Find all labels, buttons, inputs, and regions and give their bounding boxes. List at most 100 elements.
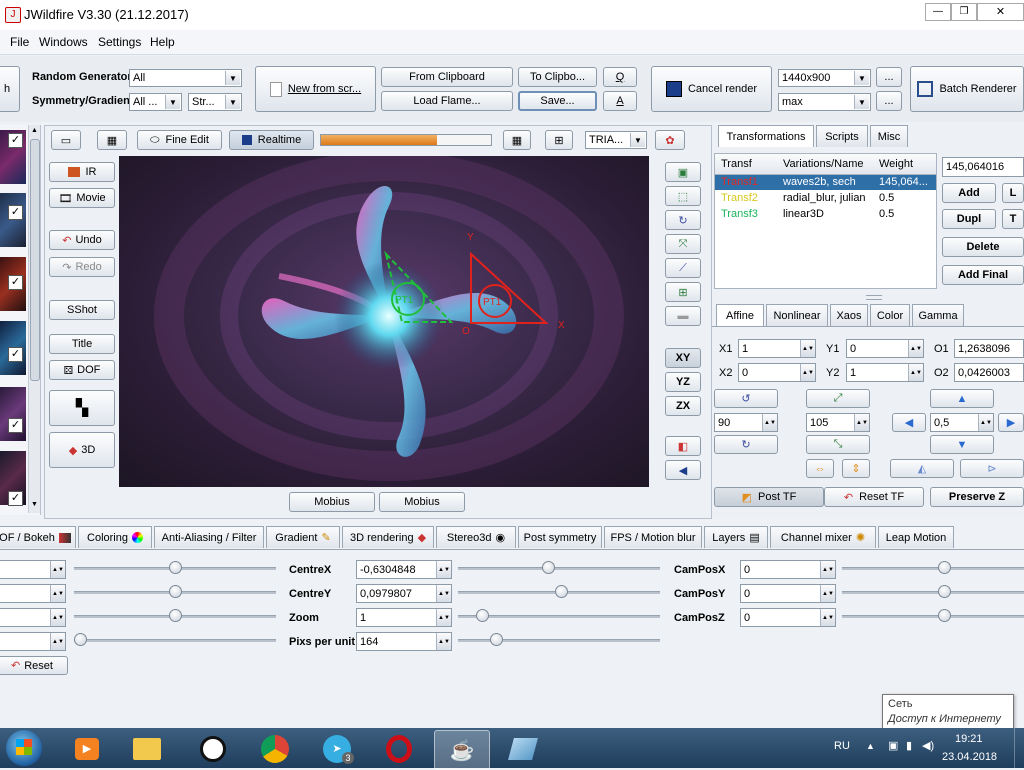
campos-z-field[interactable]: 0 ▲▼ — [740, 608, 836, 627]
move-up-button[interactable]: ▲ — [930, 389, 994, 408]
tab-scripts[interactable]: Scripts — [816, 125, 868, 147]
centre-x-field[interactable]: -0,6304848 ▲▼ — [356, 560, 452, 579]
quality-select[interactable]: max ▼ — [778, 93, 871, 111]
grid-snap-icon-button[interactable]: ⊞ — [665, 282, 701, 302]
tab-affine[interactable]: Affine — [716, 304, 764, 326]
symmetry-select[interactable]: All ... ▼ — [129, 93, 182, 111]
stepper-icon[interactable]: ▲▼ — [50, 633, 65, 650]
thumbnail-checkbox-2[interactable]: ✓ — [8, 205, 23, 220]
weight-field[interactable]: 145,064016 — [942, 157, 1024, 177]
stepper-icon[interactable]: ▲▼ — [800, 340, 815, 357]
centre-x-slider[interactable] — [542, 561, 555, 574]
scale-down-button[interactable]: ⤡ — [806, 435, 870, 454]
zx-button[interactable]: ZX — [665, 396, 701, 416]
render-preview-icon-button[interactable]: ◀ — [665, 460, 701, 480]
thumbnail-checkbox-5[interactable]: ✓ — [8, 418, 23, 433]
table-row[interactable]: Transf1 waves2b, sech 145,064... — [715, 175, 936, 190]
scale-icon-button[interactable]: ⤧ — [665, 234, 701, 254]
add-button[interactable]: Add — [942, 183, 996, 203]
stepper-icon[interactable]: ▲▼ — [854, 414, 869, 431]
tray-volume-icon[interactable]: ◀) — [922, 739, 934, 752]
angle-field[interactable]: 90 ▲▼ — [714, 413, 778, 432]
stepper-icon[interactable]: ▲▼ — [978, 414, 993, 431]
scale-field[interactable]: 105 ▲▼ — [806, 413, 870, 432]
stepper-icon[interactable]: ▲▼ — [908, 364, 923, 381]
scroll-up-icon[interactable]: ▲ — [29, 127, 40, 134]
tab-anti-aliasing[interactable]: Anti-Aliasing / Filter — [154, 526, 264, 548]
stepper-icon[interactable]: ▲▼ — [50, 561, 65, 578]
3d-button[interactable]: ◆ 3D — [49, 432, 115, 468]
left-slider-3[interactable] — [169, 609, 182, 622]
save-button[interactable]: Save... — [518, 91, 597, 111]
scroll-down-icon[interactable]: ▼ — [29, 501, 40, 508]
clock-time[interactable]: 19:21 — [955, 733, 983, 745]
stepper-icon[interactable]: ▲▼ — [762, 414, 777, 431]
close-button[interactable]: ✕ — [977, 3, 1024, 21]
rotate-icon-button[interactable]: ↻ — [665, 210, 701, 230]
x1-field[interactable]: 1 ▲▼ — [738, 339, 816, 358]
stepper-icon[interactable]: ▲▼ — [436, 585, 451, 602]
tab-post-symmetry[interactable]: Post symmetry — [518, 526, 602, 548]
thumbnail-checkbox-4[interactable]: ✓ — [8, 347, 23, 362]
cut-left-button[interactable]: h — [0, 66, 20, 112]
menu-windows[interactable]: Windows — [39, 35, 88, 49]
mirror-x-button[interactable]: ◭ — [890, 459, 954, 478]
tab-gamma[interactable]: Gamma — [912, 304, 964, 326]
zoom-field[interactable]: 1 ▲▼ — [356, 608, 452, 627]
grid-icon-button[interactable]: ▦ — [503, 130, 531, 150]
mobius-button-2[interactable]: Mobius — [379, 492, 465, 512]
zoom-slider[interactable] — [476, 609, 489, 622]
left-slider-2[interactable] — [169, 585, 182, 598]
dof-button[interactable]: ⚄ DOF — [49, 360, 115, 380]
taskbar-media-player[interactable]: ▶ — [60, 730, 114, 768]
taskbar-panda[interactable] — [186, 730, 240, 768]
tab-coloring[interactable]: Coloring — [78, 526, 152, 548]
resolution-more-button[interactable]: ... — [876, 67, 902, 87]
taskbar-notes[interactable] — [496, 730, 550, 768]
language-indicator[interactable]: RU — [834, 740, 850, 752]
pixs-per-unit-field[interactable]: 164 ▲▼ — [356, 632, 452, 651]
zoom-rect-icon-button[interactable]: ⬚ — [665, 186, 701, 206]
o2-field[interactable]: 0,0426003 — [954, 363, 1024, 382]
quality-more-button[interactable]: ... — [876, 91, 902, 111]
xy-button[interactable]: XY — [665, 348, 701, 368]
move-field[interactable]: 0,5 ▲▼ — [930, 413, 994, 432]
title-button[interactable]: Title — [49, 334, 115, 354]
menu-settings[interactable]: Settings — [98, 35, 141, 49]
frame-icon-button[interactable]: ▭ — [51, 130, 81, 150]
left-field-2[interactable]: ▲▼ — [0, 584, 66, 603]
thumbnail-checkbox-1[interactable]: ✓ — [8, 133, 23, 148]
move-right-button[interactable]: ▶ — [998, 413, 1024, 432]
ir-button[interactable]: IR — [49, 162, 115, 182]
pixs-slider[interactable] — [490, 633, 503, 646]
minimize-button[interactable]: — — [925, 3, 951, 21]
tray-network-icon[interactable]: ▣ — [888, 739, 898, 752]
tab-gradient[interactable]: Gradient ✎ — [266, 526, 340, 548]
taskbar-opera[interactable] — [372, 730, 426, 768]
move-down-button[interactable]: ▼ — [930, 435, 994, 454]
campos-y-field[interactable]: 0 ▲▼ — [740, 584, 836, 603]
reset-button[interactable]: ↶ Reset — [0, 656, 68, 675]
stepper-icon[interactable]: ▲▼ — [800, 364, 815, 381]
reset-tf-button[interactable]: ↶ Reset TF — [824, 487, 924, 507]
realtime-button[interactable]: Realtime — [229, 130, 314, 150]
from-clipboard-button[interactable]: From Clipboard — [381, 67, 513, 87]
left-field-3[interactable]: ▲▼ — [0, 608, 66, 627]
maximize-button[interactable]: ❐ — [951, 3, 977, 21]
taskbar-chrome[interactable] — [248, 730, 302, 768]
tab-nonlinear[interactable]: Nonlinear — [766, 304, 828, 326]
mirror-y-button[interactable]: ⊳ — [960, 459, 1024, 478]
t-button[interactable]: T — [1002, 209, 1024, 229]
taskbar-explorer[interactable] — [120, 730, 174, 768]
tab-color[interactable]: Color — [870, 304, 910, 326]
gradient-select[interactable]: Str... ▼ — [188, 93, 242, 111]
campos-y-slider[interactable] — [938, 585, 951, 598]
tab-transformations[interactable]: Transformations — [718, 125, 814, 147]
stepper-icon[interactable]: ▲▼ — [436, 561, 451, 578]
x2-field[interactable]: 0 ▲▼ — [738, 363, 816, 382]
clock-date[interactable]: 23.04.2018 — [942, 751, 997, 763]
preserve-z-button[interactable]: Preserve Z — [930, 487, 1024, 507]
screenshot-button[interactable]: SShot — [49, 300, 115, 320]
tab-xaos[interactable]: Xaos — [830, 304, 868, 326]
y1-field[interactable]: 0 ▲▼ — [846, 339, 924, 358]
